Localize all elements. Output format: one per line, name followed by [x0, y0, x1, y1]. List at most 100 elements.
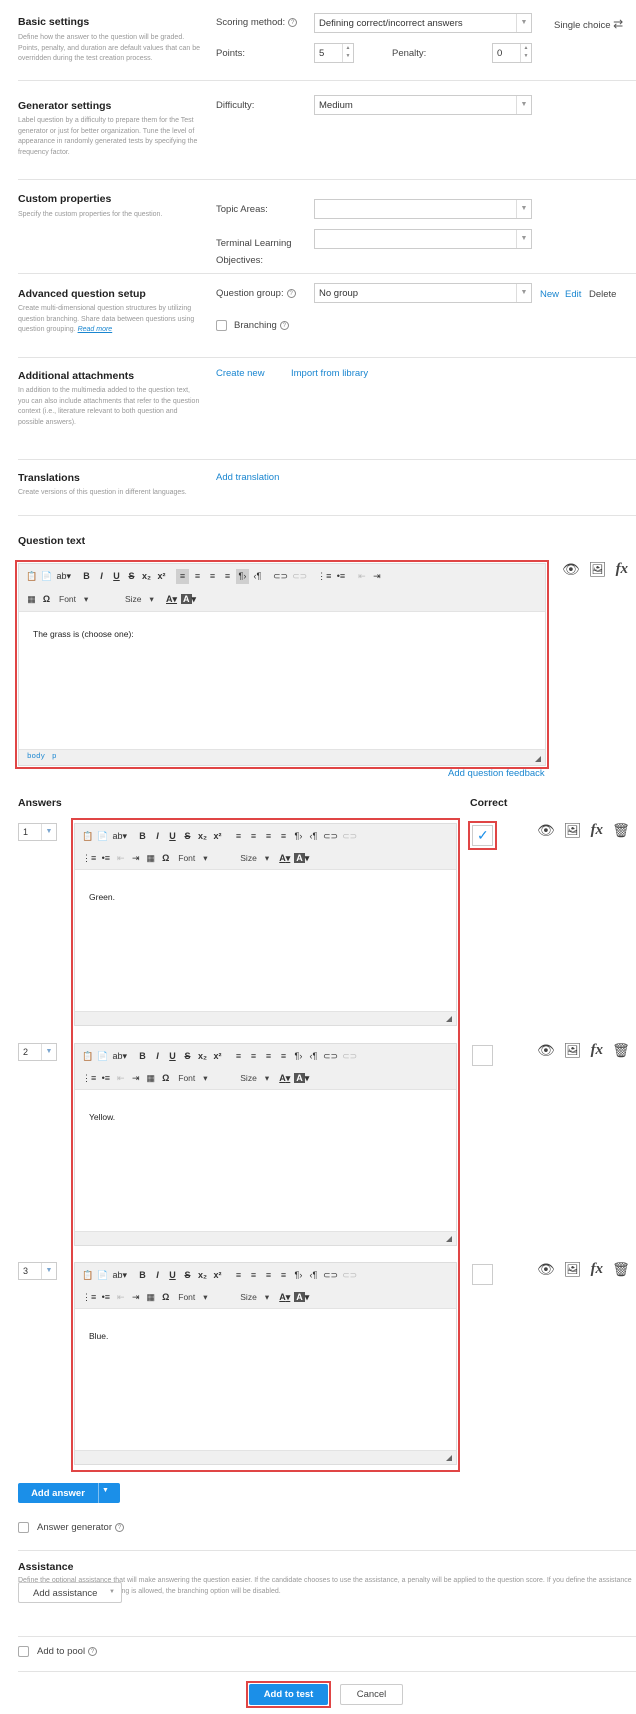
indent-icon[interactable]: ⇥: [370, 569, 383, 584]
paste-text-icon[interactable]: 📄: [40, 569, 53, 584]
bg-color-button[interactable]: A ▾: [293, 851, 310, 866]
underline-button[interactable]: U: [166, 1268, 179, 1283]
correct-checkbox[interactable]: [472, 1045, 493, 1066]
strikethrough-button[interactable]: S: [181, 1049, 194, 1064]
table-icon[interactable]: ▦: [25, 592, 38, 607]
create-new-link[interactable]: Create new: [216, 368, 265, 379]
stepper-icon[interactable]: ▲ ▼: [342, 44, 353, 62]
italic-button[interactable]: I: [151, 1268, 164, 1283]
subscript-button[interactable]: x₂: [196, 1268, 209, 1283]
trash-icon[interactable]: 🗑: [612, 822, 630, 839]
font-select[interactable]: Font ▾: [174, 851, 234, 866]
answer-number-select[interactable]: 1 ▼: [18, 823, 57, 841]
align-left-icon[interactable]: ≡: [232, 829, 245, 844]
size-select[interactable]: Size ▾: [236, 1071, 276, 1086]
points-input[interactable]: 5 ▲ ▼: [314, 43, 354, 63]
stepper-icon[interactable]: ▲ ▼: [520, 44, 531, 62]
bullet-list-icon[interactable]: •≡: [99, 851, 112, 866]
chevron-down-icon[interactable]: ▼: [102, 1487, 109, 1494]
strikethrough-button[interactable]: S: [181, 829, 194, 844]
bullet-list-icon[interactable]: •≡: [99, 1290, 112, 1305]
help-icon[interactable]: ?: [288, 18, 298, 27]
outdent-icon[interactable]: ⇤: [355, 569, 368, 584]
special-char-button[interactable]: Ω: [40, 592, 53, 607]
underline-button[interactable]: U: [166, 829, 179, 844]
question-text-content[interactable]: The grass is (choose one):: [33, 629, 134, 639]
add-question-feedback-link[interactable]: Add question feedback: [448, 768, 545, 779]
outdent-icon[interactable]: ⇤: [114, 1071, 127, 1086]
spellcheck-icon[interactable]: ab▾: [111, 829, 128, 844]
formula-icon[interactable]: fx: [591, 1261, 604, 1278]
outdent-icon[interactable]: ⇤: [114, 851, 127, 866]
ltr-icon[interactable]: ¶›: [292, 1049, 305, 1064]
outdent-icon[interactable]: ⇤: [114, 1290, 127, 1305]
help-icon[interactable]: ?: [88, 1647, 98, 1656]
font-select[interactable]: Font ▾: [55, 592, 119, 607]
answer-editor[interactable]: 📋 📄 ab▾ B I U S x₂ x² ≡ ≡ ≡ ≡ ¶› ‹¶ ⊂⊃ ⊂…: [74, 1043, 457, 1246]
font-select[interactable]: Font ▾: [174, 1071, 234, 1086]
add-to-test-button[interactable]: Add to test: [249, 1684, 328, 1705]
rtl-icon[interactable]: ‹¶: [307, 1049, 320, 1064]
answer-text[interactable]: Blue.: [89, 1331, 108, 1341]
image-icon[interactable]: 🖼: [564, 1042, 582, 1059]
underline-button[interactable]: U: [110, 569, 123, 584]
eye-icon[interactable]: 👁: [537, 822, 555, 839]
superscript-button[interactable]: x²: [155, 569, 168, 584]
formula-icon[interactable]: fx: [591, 822, 604, 839]
align-right-icon[interactable]: ≡: [262, 1268, 275, 1283]
bg-color-button[interactable]: A ▾: [293, 1290, 310, 1305]
answer-editor[interactable]: 📋 📄 ab▾ B I U S x₂ x² ≡ ≡ ≡ ≡ ¶› ‹¶ ⊂⊃ ⊂…: [74, 823, 457, 1026]
help-icon[interactable]: ?: [114, 1523, 124, 1532]
add-answer-button[interactable]: Add answer ▼: [18, 1483, 120, 1503]
formula-icon[interactable]: fx: [591, 1042, 604, 1059]
correct-checkbox[interactable]: [472, 1264, 493, 1285]
paste-icon[interactable]: 📋: [81, 1268, 94, 1283]
import-from-library-link[interactable]: Import from library: [291, 368, 368, 379]
align-justify-icon[interactable]: ≡: [277, 1049, 290, 1064]
align-left-icon[interactable]: ≡: [232, 1049, 245, 1064]
indent-icon[interactable]: ⇥: [129, 1290, 142, 1305]
paste-icon[interactable]: 📋: [25, 569, 38, 584]
correct-checkbox[interactable]: ✓: [472, 825, 493, 846]
answer-editor[interactable]: 📋 📄 ab▾ B I U S x₂ x² ≡ ≡ ≡ ≡ ¶› ‹¶ ⊂⊃ ⊂…: [74, 1262, 457, 1465]
unlink-icon[interactable]: ⊂⊃: [291, 569, 308, 584]
strikethrough-button[interactable]: S: [125, 569, 138, 584]
answer-text[interactable]: Green.: [89, 892, 115, 902]
eye-icon[interactable]: 👁: [562, 561, 580, 578]
link-icon[interactable]: ⊂⊃: [322, 1268, 339, 1283]
align-center-icon[interactable]: ≡: [247, 1049, 260, 1064]
superscript-button[interactable]: x²: [211, 1268, 224, 1283]
bg-color-button[interactable]: A ▾: [293, 1071, 310, 1086]
paste-text-icon[interactable]: 📄: [96, 829, 109, 844]
link-icon[interactable]: ⊂⊃: [322, 829, 339, 844]
align-center-icon[interactable]: ≡: [247, 829, 260, 844]
cancel-button[interactable]: Cancel: [340, 1684, 403, 1705]
help-icon[interactable]: ?: [279, 321, 289, 330]
swap-arrows-icon[interactable]: ⇄: [613, 17, 623, 31]
size-select[interactable]: Size ▾: [236, 851, 276, 866]
align-justify-icon[interactable]: ≡: [221, 569, 234, 584]
rtl-icon[interactable]: ‹¶: [307, 1268, 320, 1283]
font-select[interactable]: Font ▾: [174, 1290, 234, 1305]
align-right-icon[interactable]: ≡: [262, 829, 275, 844]
bullet-list-icon[interactable]: •≡: [334, 569, 347, 584]
group-delete-link[interactable]: Delete: [589, 289, 616, 300]
numbered-list-icon[interactable]: ⋮≡: [316, 569, 332, 584]
terminal-learning-objectives-select[interactable]: ▼: [314, 229, 532, 249]
text-color-button[interactable]: A▾: [278, 851, 291, 866]
add-to-pool-checkbox[interactable]: [18, 1646, 29, 1657]
special-char-button[interactable]: Ω: [159, 1290, 172, 1305]
ltr-icon[interactable]: ¶›: [235, 568, 249, 584]
subscript-button[interactable]: x₂: [196, 829, 209, 844]
answer-generator-checkbox[interactable]: [18, 1522, 29, 1533]
ltr-icon[interactable]: ¶›: [292, 1268, 305, 1283]
resize-grip-icon[interactable]: [446, 1016, 452, 1022]
group-edit-link[interactable]: Edit: [565, 289, 581, 300]
question-text-editor[interactable]: 📋 📄 ab▾ B I U S x₂ x² ≡ ≡ ≡ ≡ ¶› ‹¶ ⊂⊃ ⊂…: [18, 563, 546, 766]
bg-color-button[interactable]: A ▾: [180, 592, 197, 607]
align-center-icon[interactable]: ≡: [191, 569, 204, 584]
formula-icon[interactable]: fx: [616, 561, 629, 578]
answer-number-select[interactable]: 3 ▼: [18, 1262, 57, 1280]
image-icon[interactable]: 🖼: [589, 561, 607, 578]
bold-button[interactable]: B: [136, 1049, 149, 1064]
